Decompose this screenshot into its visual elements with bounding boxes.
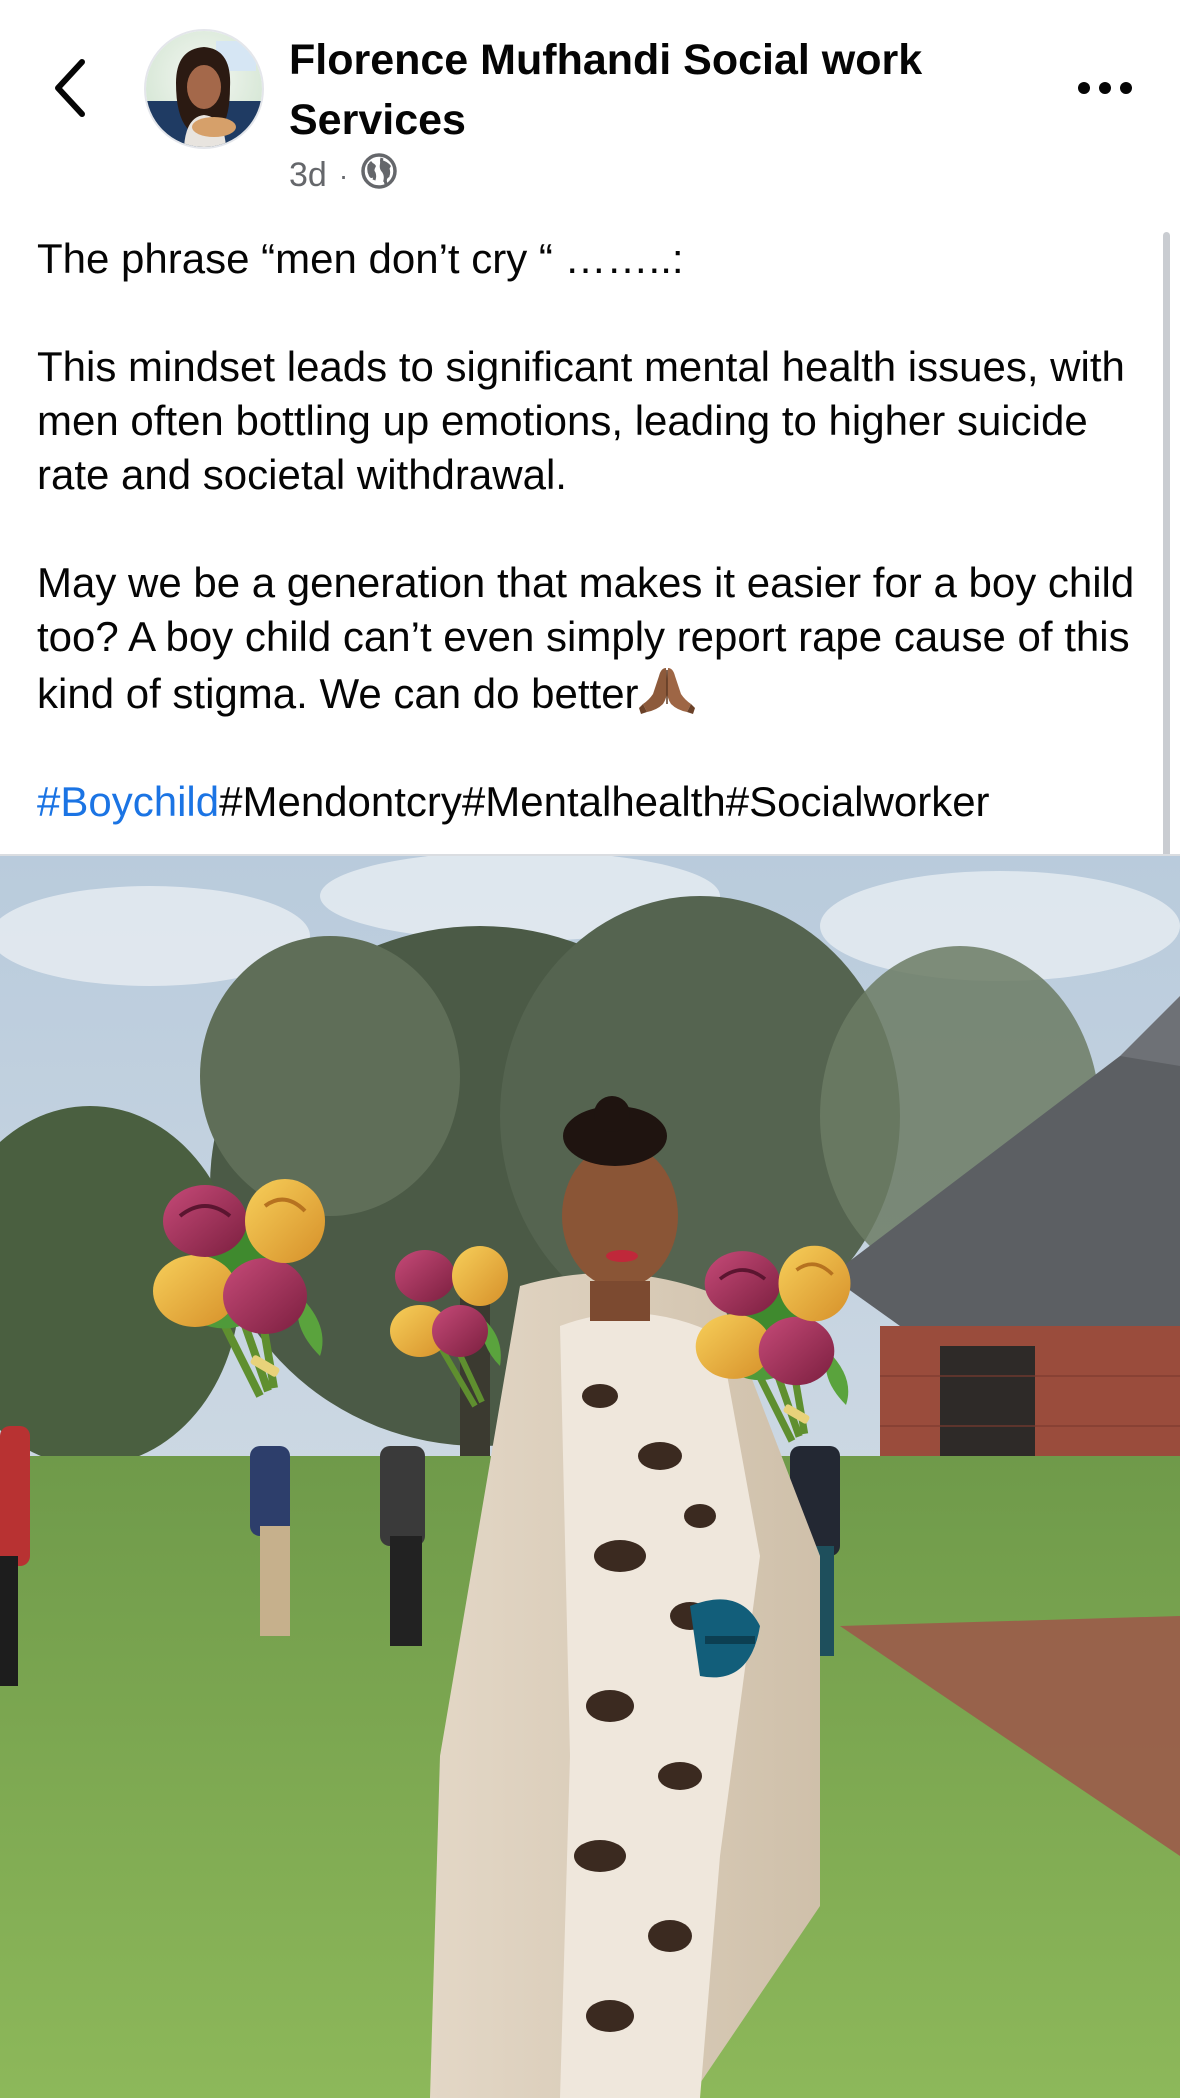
author-name[interactable]: Florence Mufhandi Social work Services [289, 30, 1009, 150]
hashtag-line: #Boychild#Mendontcry#Mentalhealth#Social… [37, 775, 1147, 829]
more-horizontal-icon-dot [1099, 82, 1111, 94]
post-paragraph-3-wrap: May we be a generation that makes it eas… [37, 556, 1147, 721]
more-horizontal-icon-dot [1078, 82, 1090, 94]
more-horizontal-icon-dot [1120, 82, 1132, 94]
globe-icon[interactable] [360, 152, 398, 199]
chevron-left-icon [50, 56, 90, 125]
post-paragraph-2: This mindset leads to significant mental… [37, 343, 1125, 498]
timestamp[interactable]: 3d [289, 156, 327, 195]
hashtag-link[interactable]: #Boychild [37, 778, 219, 825]
meta-separator: · [338, 159, 349, 191]
avatar[interactable] [144, 29, 264, 149]
post-meta: 3d · [289, 152, 398, 199]
hashtag[interactable]: #Socialworker [726, 778, 990, 825]
more-options-button[interactable] [1070, 68, 1140, 108]
post-paragraph-3: May we be a generation that makes it eas… [37, 559, 1135, 717]
post-text: The phrase “men don’t cry “ ……..: This m… [37, 232, 1147, 829]
post-page: Florence Mufhandi Social work Services 3… [0, 0, 1180, 2098]
post-header: Florence Mufhandi Social work Services 3… [0, 0, 1180, 225]
back-button[interactable] [40, 50, 100, 130]
hashtag[interactable]: #Mentalhealth [462, 778, 726, 825]
post-paragraph-1: The phrase “men don’t cry “ ……..: [37, 235, 684, 282]
folded-hands-icon [638, 664, 695, 714]
post-photo[interactable] [0, 856, 1180, 2098]
hashtag[interactable]: #Mendontcry [219, 778, 462, 825]
